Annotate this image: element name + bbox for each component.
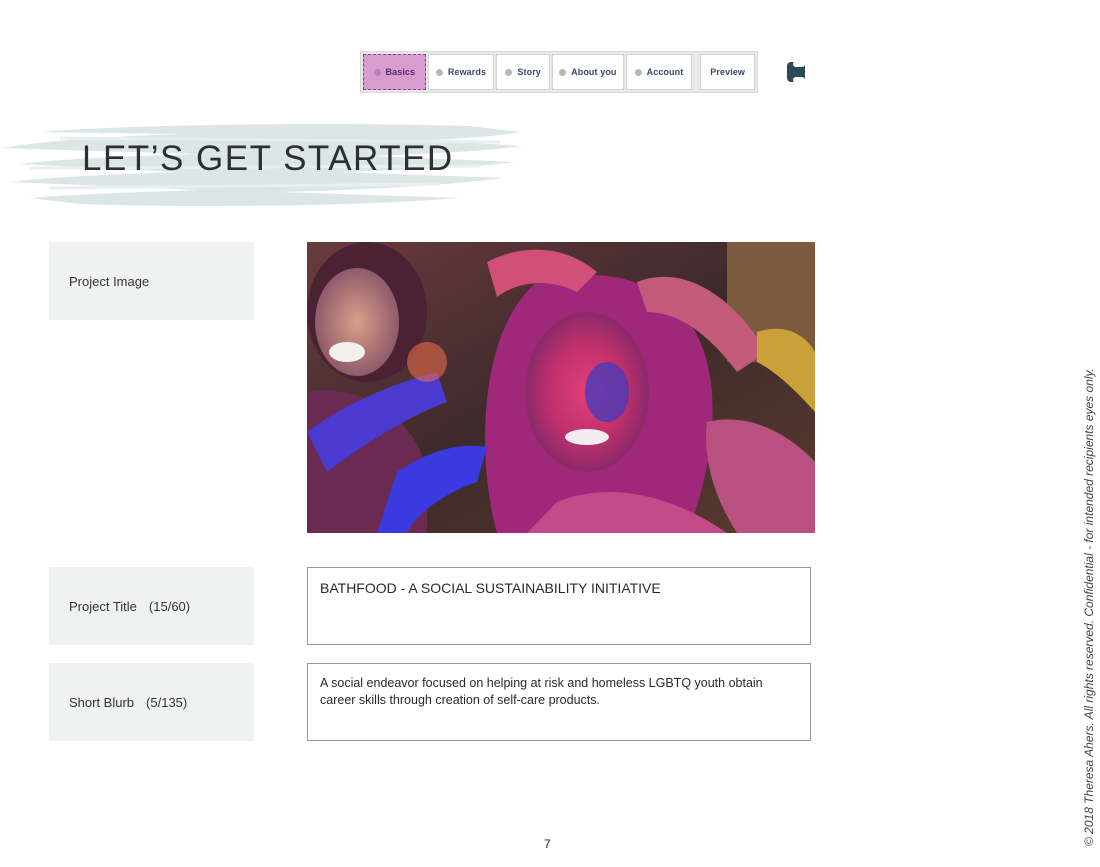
tab-rewards[interactable]: Rewards [427,54,495,90]
page-title: LET’S GET STARTED [82,139,454,178]
short-blurb-label-box: Short Blurb (5/135) [49,663,254,741]
tab-story[interactable]: Story [496,54,551,90]
tab-label: Rewards [447,67,487,77]
short-blurb-label: Short Blurb [69,694,135,710]
tab-label: Basics [385,67,416,77]
page-number: 7 [544,837,551,851]
project-nav-tabs: Basics Rewards Story About you Account P… [360,51,758,93]
short-blurb-field[interactable]: A social endeavor focused on helping at … [307,663,811,741]
project-title-char-count: (15/60) [148,598,191,614]
project-image-label-box: Project Image [49,242,254,320]
tab-about-you[interactable]: About you [552,54,624,90]
tab-label: About you [571,67,617,77]
tab-account[interactable]: Account [625,54,693,90]
kickstarter-k-icon [787,61,805,83]
status-dot-icon [559,68,567,76]
preview-label: Preview [710,67,746,77]
project-title-field[interactable]: BATHFOOD - A SOCIAL SUSTAINABILITY INITI… [307,567,811,645]
project-title-label-box: Project Title (15/60) [49,567,254,645]
tab-label: Story [517,67,541,77]
status-dot-icon [435,68,443,76]
copyright-notice: © 2018 Theresa Ahers. All rights reserve… [1082,368,1096,846]
preview-button[interactable]: Preview [700,54,755,90]
tab-basics[interactable]: Basics [363,54,426,90]
project-title-label: Project Title [69,598,137,614]
project-image-label: Project Image [69,273,150,289]
project-image[interactable] [307,242,815,533]
status-dot-icon [373,68,381,76]
short-blurb-char-count: (5/135) [146,694,188,710]
status-dot-icon [634,68,642,76]
tab-label: Account [646,67,684,77]
status-dot-icon [505,68,513,76]
